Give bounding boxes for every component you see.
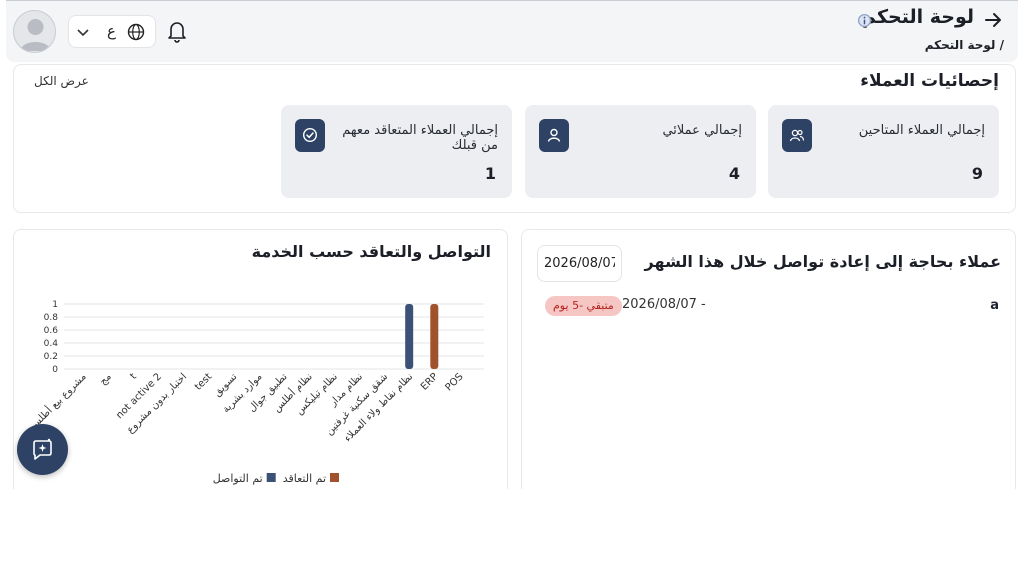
y-tick-label: 0.4 xyxy=(44,339,59,349)
page-title: لوحة التحكم xyxy=(862,6,974,28)
stat-value: 1 xyxy=(484,164,496,183)
bar-contacted xyxy=(405,304,414,369)
x-tick-label: POS xyxy=(443,371,465,393)
stat-value: 9 xyxy=(971,164,983,183)
legend-label: تم التعاقد xyxy=(283,472,326,485)
x-tick-label: ERP xyxy=(419,371,440,392)
users-icon xyxy=(782,119,812,152)
stat-label: إجمالي العملاء المتاحين xyxy=(858,123,985,138)
y-tick-label: 0.2 xyxy=(44,352,58,362)
x-tick-label: test xyxy=(193,371,214,392)
sparkle-chat-icon xyxy=(33,438,52,460)
stat-card-contracted-customers[interactable]: إجمالي العملاء المتعاقد معهم من قبلك 1 xyxy=(281,105,512,198)
stat-value: 4 xyxy=(728,164,740,183)
check-circle-icon xyxy=(295,119,325,152)
stat-card-available-customers[interactable]: إجمالي العملاء المتاحين 9 xyxy=(768,105,999,198)
view-all-link[interactable]: عرض الكل xyxy=(34,74,89,88)
legend-label: تم التواصل xyxy=(213,472,263,485)
service-bar-chart: 00.20.40.60.81POSERPنظام نقاط ولاء العمل… xyxy=(27,300,484,485)
breadcrumb[interactable]: / لوحة التحكم xyxy=(925,38,1004,52)
reconnect-customers-card: عملاء بحاجة إلى إعادة تواصل خلال هذا الش… xyxy=(521,229,1016,489)
x-tick-label: مج xyxy=(98,371,114,387)
x-tick-label: مشروع بيع أطلس xyxy=(27,370,89,432)
y-tick-label: 0 xyxy=(52,365,58,375)
remaining-days-badge: متبقي -5 يوم xyxy=(545,296,622,316)
language-code: ع xyxy=(107,22,116,40)
language-select[interactable]: ع xyxy=(68,15,156,48)
card-title: عملاء بحاجة إلى إعادة تواصل خلال هذا الش… xyxy=(644,252,1001,271)
y-tick-label: 1 xyxy=(52,300,58,310)
y-tick-label: 0.8 xyxy=(44,313,59,323)
chevron-down-icon xyxy=(77,29,89,37)
service-chart-card: 0 0.2 0.4 0.6 0.8 1 POS ERP نظام نقاط ولاء العمل… xyxy=(13,229,508,489)
section-title: إحصائيات العملاء xyxy=(860,71,999,91)
top-bar: لوحة التحكم / لوحة التحكم ع xyxy=(6,0,1018,62)
month-date-input[interactable] xyxy=(537,245,622,282)
reconnect-date: 2026/08/07 - xyxy=(622,297,706,312)
legend-swatch xyxy=(330,473,339,482)
legend-swatch xyxy=(266,473,276,482)
chart-title: التواصل والتعاقد حسب الخدمة xyxy=(251,242,491,261)
arrow-right-icon[interactable] xyxy=(982,10,1004,30)
y-tick-label: 0.6 xyxy=(44,326,59,336)
avatar[interactable] xyxy=(13,10,56,53)
stat-label: إجمالي العملاء المتعاقد معهم من قبلك xyxy=(342,123,498,153)
info-icon[interactable] xyxy=(857,13,872,28)
customer-stats-card: إحصائيات العملاء عرض الكل إجمالي العملاء… xyxy=(13,64,1016,213)
stat-card-my-customers[interactable]: إجمالي عملائي 4 xyxy=(525,105,756,198)
bar-contracted xyxy=(430,304,439,369)
bell-icon[interactable] xyxy=(166,19,188,43)
user-icon xyxy=(539,119,569,152)
x-tick-label: t xyxy=(128,371,139,382)
stat-label: إجمالي عملائي xyxy=(662,123,742,138)
ai-assistant-button[interactable] xyxy=(17,424,68,475)
globe-icon xyxy=(127,23,145,41)
customer-name[interactable]: a xyxy=(990,298,999,313)
